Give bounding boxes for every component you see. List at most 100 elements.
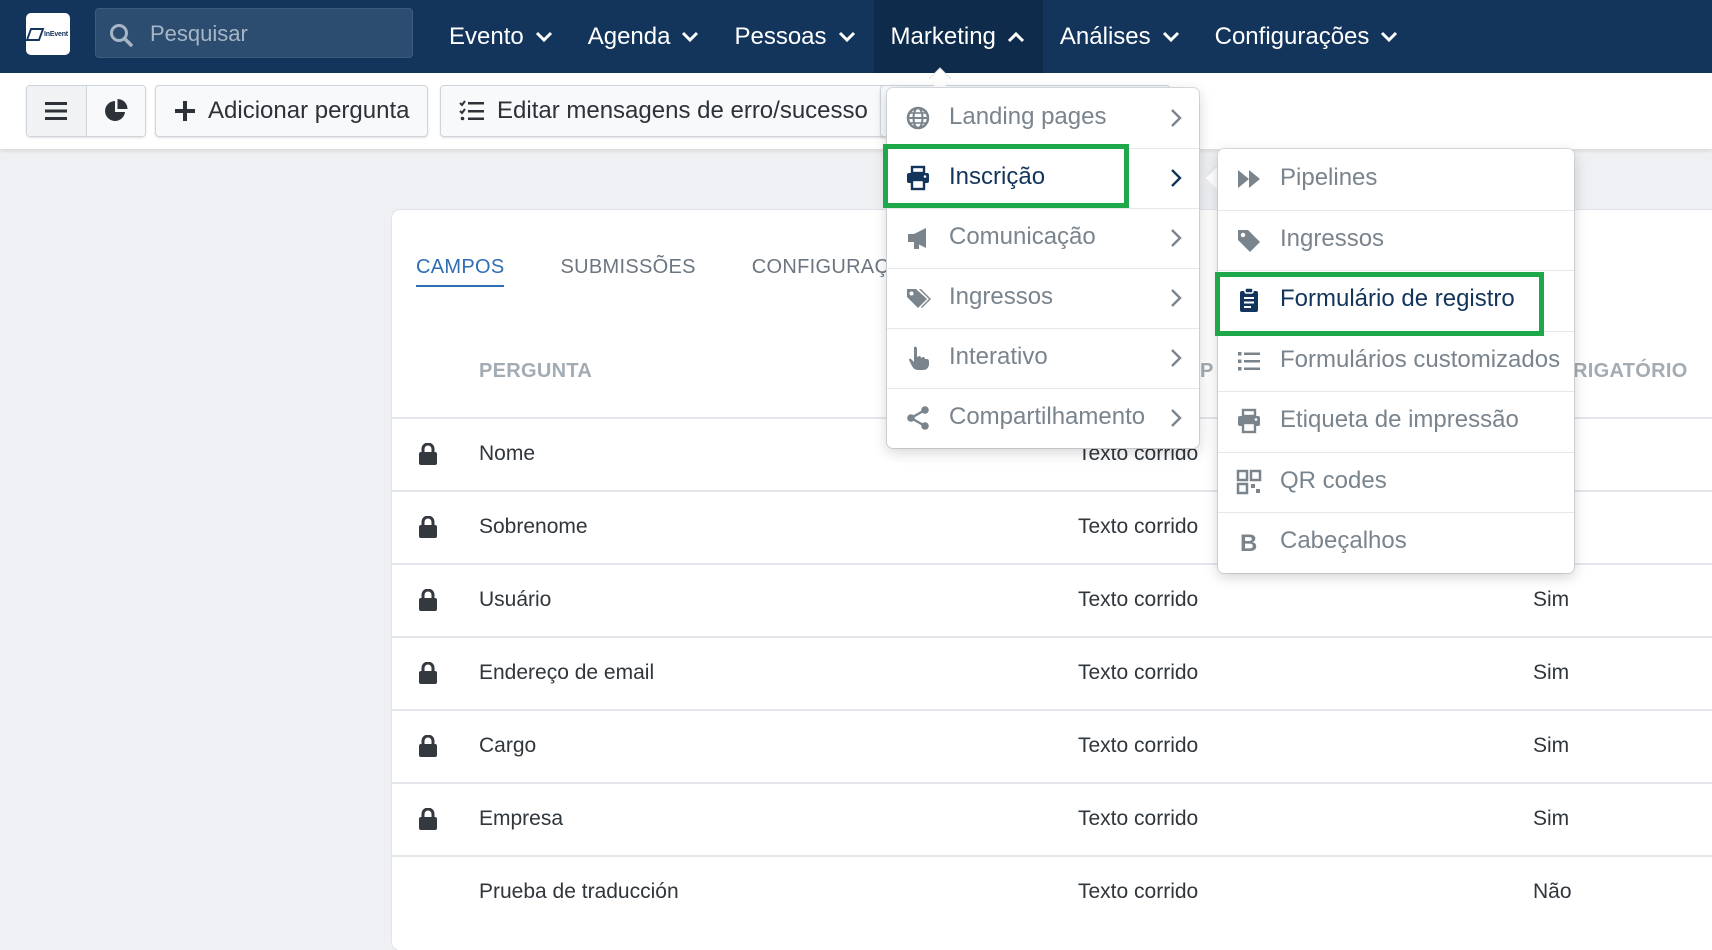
toolbar: Adicionar pergunta Editar mensagens de e… xyxy=(0,73,1712,149)
lock-icon xyxy=(419,808,437,830)
logo-mark-icon xyxy=(25,27,45,41)
share-icon xyxy=(907,406,929,430)
menu-item-label: Comunicação xyxy=(949,223,1096,250)
nav-analises-label: Análises xyxy=(1059,22,1151,50)
menu-item-interativo[interactable]: Interativo xyxy=(887,328,1199,388)
inscricao-submenu: Pipelines Ingressos Formulário de registro… xyxy=(1218,149,1574,573)
column-header-type[interactable]: P xyxy=(1200,360,1214,383)
menu-item-label: Ingressos xyxy=(1280,224,1385,252)
menu-item-qr-codes[interactable]: QR codes xyxy=(1218,452,1574,512)
search-input[interactable] xyxy=(148,9,402,59)
menu-item-label: QR codes xyxy=(1280,466,1387,494)
top-navigation-bar: InEvent Evento Agenda Pessoas Marketing … xyxy=(0,0,1712,73)
type-cell: Texto corrido xyxy=(1078,588,1199,611)
menu-item-label: Etiqueta de impressão xyxy=(1280,406,1519,433)
menu-item-ingressos[interactable]: Ingressos xyxy=(1218,210,1574,270)
column-header-question[interactable]: PERGUNTA xyxy=(479,360,592,383)
table-row[interactable]: Endereço de email Texto corrido Sim xyxy=(392,636,1712,708)
menu-item-label: Ingressos xyxy=(949,283,1054,310)
search-box[interactable] xyxy=(95,8,413,59)
nav-pessoas[interactable]: Pessoas xyxy=(717,0,873,73)
nav-marketing[interactable]: Marketing xyxy=(873,0,1043,73)
menu-item-inscricao[interactable]: Inscrição xyxy=(887,148,1199,208)
add-question-label: Adicionar pergunta xyxy=(208,97,410,124)
menu-item-label: Landing pages xyxy=(949,103,1107,130)
nav-agenda[interactable]: Agenda xyxy=(571,0,718,73)
question-cell: Prueba de traducción xyxy=(479,880,679,903)
chart-view-button[interactable] xyxy=(85,86,145,136)
tab-campos[interactable]: CAMPOS xyxy=(416,256,505,287)
chevron-right-icon xyxy=(1171,109,1182,127)
tab-configuracoes[interactable]: CONFIGURAÇÕ xyxy=(752,256,905,287)
required-cell: Sim xyxy=(1533,807,1570,830)
add-question-button[interactable]: Adicionar pergunta xyxy=(155,85,429,137)
question-cell: Cargo xyxy=(479,734,537,757)
question-cell: Empresa xyxy=(479,807,564,830)
menu-item-label: Inscrição xyxy=(949,163,1046,190)
list-view-button[interactable] xyxy=(27,86,86,136)
question-cell: Usuário xyxy=(479,588,552,611)
nav-evento-label: Evento xyxy=(449,22,524,50)
table-row[interactable]: Prueba de traducción Texto corrido Não xyxy=(392,855,1712,927)
svg-text:B: B xyxy=(1240,530,1257,555)
nav-evento[interactable]: Evento xyxy=(432,0,571,73)
list-icon xyxy=(1238,351,1260,370)
qrcode-icon xyxy=(1236,469,1262,494)
lock-icon xyxy=(419,516,437,538)
nav-configuracoes[interactable]: Configurações xyxy=(1198,0,1417,73)
tags-icon xyxy=(907,289,931,308)
tab-submissoes[interactable]: SUBMISSÕES xyxy=(560,256,695,287)
main-nav: Evento Agenda Pessoas Marketing Análises… xyxy=(432,0,1416,73)
bold-icon: B xyxy=(1240,530,1257,555)
type-cell: Texto corrido xyxy=(1078,515,1199,538)
pointer-hand-icon xyxy=(909,346,929,370)
marketing-menu: Landing pages Inscrição Comunicação Ingress… xyxy=(887,88,1199,448)
menu-item-label: Formulário de registro xyxy=(1280,285,1515,312)
question-cell: Endereço de email xyxy=(479,661,655,684)
table-row[interactable]: Cargo Texto corrido Sim xyxy=(392,709,1712,781)
table-row[interactable]: Usuário Texto corrido Sim xyxy=(392,563,1712,635)
menu-item-formularios-customizados[interactable]: Formulários customizados xyxy=(1218,331,1574,391)
menu-item-label: Compartilhamento xyxy=(949,403,1146,430)
type-cell: Texto corrido xyxy=(1078,734,1199,757)
list-check-icon xyxy=(459,100,484,121)
menu-item-ingressos[interactable]: Ingressos xyxy=(887,268,1199,328)
tag-icon xyxy=(1238,229,1260,252)
required-cell: Sim xyxy=(1533,734,1570,757)
column-header-required[interactable]: RIGATÓRIO xyxy=(1573,360,1688,383)
lock-icon xyxy=(419,662,437,684)
pie-chart-icon xyxy=(104,99,128,121)
menu-item-formulario-de-registro[interactable]: Formulário de registro xyxy=(1218,270,1574,330)
required-cell: Sim xyxy=(1533,661,1570,684)
view-toggle-group xyxy=(26,85,146,137)
menu-item-etiqueta-de-impressao[interactable]: Etiqueta de impressão xyxy=(1218,391,1574,451)
table-row[interactable]: Empresa Texto corrido Sim xyxy=(392,782,1712,854)
plus-icon xyxy=(175,101,195,121)
app-logo[interactable]: InEvent xyxy=(25,13,70,55)
chevron-right-icon xyxy=(1171,169,1182,187)
lock-icon xyxy=(419,735,437,757)
edit-messages-button[interactable]: Editar mensagens de erro/sucesso xyxy=(440,85,887,137)
lock-icon xyxy=(419,443,437,465)
chevron-down-icon xyxy=(535,31,552,42)
chevron-right-icon xyxy=(1171,349,1182,367)
chevron-up-icon xyxy=(1007,31,1024,42)
tabs: CAMPOS SUBMISSÕES CONFIGURAÇÕ xyxy=(416,256,961,287)
nav-marketing-label: Marketing xyxy=(890,22,996,50)
menu-item-compartilhamento[interactable]: Compartilhamento xyxy=(887,388,1199,448)
nav-pessoas-label: Pessoas xyxy=(734,22,827,50)
printer-icon xyxy=(1238,408,1260,434)
menu-item-cabecalhos[interactable]: B Cabeçalhos xyxy=(1218,512,1574,572)
menu-item-label: Interativo xyxy=(949,343,1048,370)
chevron-right-icon xyxy=(1171,409,1182,427)
printer-icon xyxy=(907,165,929,191)
menu-item-landing-pages[interactable]: Landing pages xyxy=(887,88,1199,148)
menu-item-comunicacao[interactable]: Comunicação xyxy=(887,208,1199,268)
nav-configuracoes-label: Configurações xyxy=(1214,22,1370,50)
question-cell: Sobrenome xyxy=(479,515,588,538)
chevron-right-icon xyxy=(1171,229,1182,247)
menu-item-pipelines[interactable]: Pipelines xyxy=(1218,149,1574,209)
lock-icon xyxy=(419,589,437,611)
nav-analises[interactable]: Análises xyxy=(1043,0,1198,73)
required-cell: Sim xyxy=(1533,588,1570,611)
